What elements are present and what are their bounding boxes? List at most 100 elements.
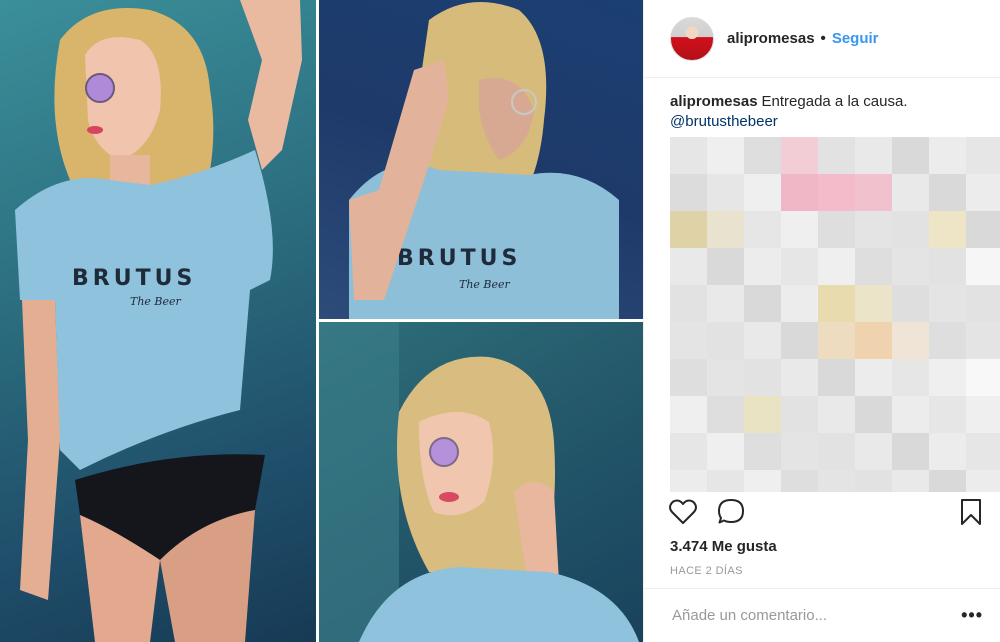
mosaic-cell xyxy=(670,433,707,470)
mosaic-cell xyxy=(744,211,781,248)
shirt-brand-text-2: BRUTUS xyxy=(397,246,521,271)
mosaic-cell xyxy=(855,174,892,211)
mosaic-cell xyxy=(892,359,929,396)
mosaic-cell xyxy=(707,285,744,322)
avatar[interactable] xyxy=(670,16,714,61)
mosaic-cell xyxy=(929,322,966,359)
post-timestamp[interactable]: HACE 2 DÍAS xyxy=(670,565,743,577)
mosaic-cell xyxy=(744,396,781,433)
mosaic-cell xyxy=(670,248,707,285)
mosaic-cell xyxy=(966,285,1000,322)
mosaic-cell xyxy=(966,359,1000,396)
mosaic-cell xyxy=(781,470,818,492)
mosaic-cell xyxy=(855,285,892,322)
mosaic-cell xyxy=(818,211,855,248)
mosaic-cell xyxy=(929,137,966,174)
mosaic-cell xyxy=(892,248,929,285)
comment-button[interactable] xyxy=(716,497,746,527)
mosaic-cell xyxy=(744,433,781,470)
mosaic-cell xyxy=(707,433,744,470)
mosaic-cell xyxy=(855,322,892,359)
post-sidebar: alipromesas • Seguir alipromesas Entregad… xyxy=(643,0,1000,642)
mosaic-cell xyxy=(670,396,707,433)
mosaic-cell xyxy=(781,433,818,470)
like-button[interactable] xyxy=(668,497,698,527)
post-caption: alipromesas Entregada a la causa. @brutus… xyxy=(670,92,980,132)
comments-pixelated-area xyxy=(670,137,1000,492)
mosaic-cell xyxy=(855,137,892,174)
mosaic-cell xyxy=(929,359,966,396)
photo-panel-bottom-right xyxy=(319,322,643,642)
mosaic-cell xyxy=(670,359,707,396)
mosaic-cell xyxy=(744,359,781,396)
mosaic-cell xyxy=(929,433,966,470)
mosaic-cell xyxy=(818,433,855,470)
caption-text: Entregada a la causa. xyxy=(761,93,908,110)
shirt-sub-text-2: The Beer xyxy=(459,278,511,291)
mosaic-cell xyxy=(670,470,707,492)
comment-bar: ••• xyxy=(644,588,1000,642)
likes-count[interactable]: 3.474 Me gusta xyxy=(670,538,777,555)
follow-button[interactable]: Seguir xyxy=(832,30,879,47)
mosaic-cell xyxy=(966,137,1000,174)
mosaic-cell xyxy=(855,433,892,470)
mention-link[interactable]: @brutusthebeer xyxy=(670,112,980,132)
mosaic-cell xyxy=(892,470,929,492)
photo-top-right-illustration: BRUTUS The Beer xyxy=(349,2,619,319)
mosaic-cell xyxy=(781,137,818,174)
mosaic-cell xyxy=(929,174,966,211)
photo-left-illustration: BRUTUS The Beer xyxy=(15,0,302,642)
mosaic-cell xyxy=(929,248,966,285)
shirt-sub-text: The Beer xyxy=(130,295,182,308)
comment-input[interactable] xyxy=(672,607,962,624)
mosaic-cell xyxy=(892,322,929,359)
mosaic-cell xyxy=(781,322,818,359)
mosaic-cell xyxy=(855,211,892,248)
mosaic-cell xyxy=(929,211,966,248)
mosaic-cell xyxy=(929,285,966,322)
comment-icon xyxy=(718,499,744,524)
mosaic-cell xyxy=(744,322,781,359)
mosaic-cell xyxy=(707,211,744,248)
mosaic-cell xyxy=(744,248,781,285)
mosaic-cell xyxy=(892,396,929,433)
mosaic-cell xyxy=(781,174,818,211)
mosaic-cell xyxy=(892,211,929,248)
username-link[interactable]: alipromesas xyxy=(727,30,815,47)
mosaic-cell xyxy=(818,174,855,211)
mosaic-cell xyxy=(781,359,818,396)
post-actions xyxy=(668,497,984,531)
mosaic-cell xyxy=(966,211,1000,248)
mosaic-cell xyxy=(707,470,744,492)
bookmark-icon xyxy=(961,499,981,525)
mosaic-cell xyxy=(818,322,855,359)
mosaic-cell xyxy=(707,174,744,211)
photo-panel-top-right: BRUTUS The Beer xyxy=(319,0,643,319)
mosaic-cell xyxy=(929,396,966,433)
mosaic-cell xyxy=(818,470,855,492)
photo-bottom-right-illustration xyxy=(319,322,639,642)
mosaic-cell xyxy=(744,285,781,322)
mosaic-cell xyxy=(781,248,818,285)
mosaic-cell xyxy=(966,396,1000,433)
save-button[interactable] xyxy=(956,497,986,527)
more-options-icon[interactable]: ••• xyxy=(961,605,983,626)
mosaic-cell xyxy=(929,470,966,492)
mosaic-cell xyxy=(670,174,707,211)
mosaic-cell xyxy=(781,396,818,433)
mosaic-cell xyxy=(818,359,855,396)
mosaic-cell xyxy=(855,359,892,396)
mosaic-cell xyxy=(670,285,707,322)
mosaic-cell xyxy=(744,470,781,492)
mosaic-cell xyxy=(707,137,744,174)
mosaic-cell xyxy=(818,248,855,285)
mosaic-cell xyxy=(818,396,855,433)
mosaic-cell xyxy=(744,137,781,174)
caption-username[interactable]: alipromesas xyxy=(670,93,758,110)
mosaic-cell xyxy=(818,285,855,322)
mosaic-cell xyxy=(892,174,929,211)
post-image[interactable]: BRUTUS The Beer BRUTUS The Beer xyxy=(0,0,643,642)
mosaic-cell xyxy=(707,359,744,396)
mosaic-cell xyxy=(855,470,892,492)
mosaic-cell xyxy=(670,137,707,174)
